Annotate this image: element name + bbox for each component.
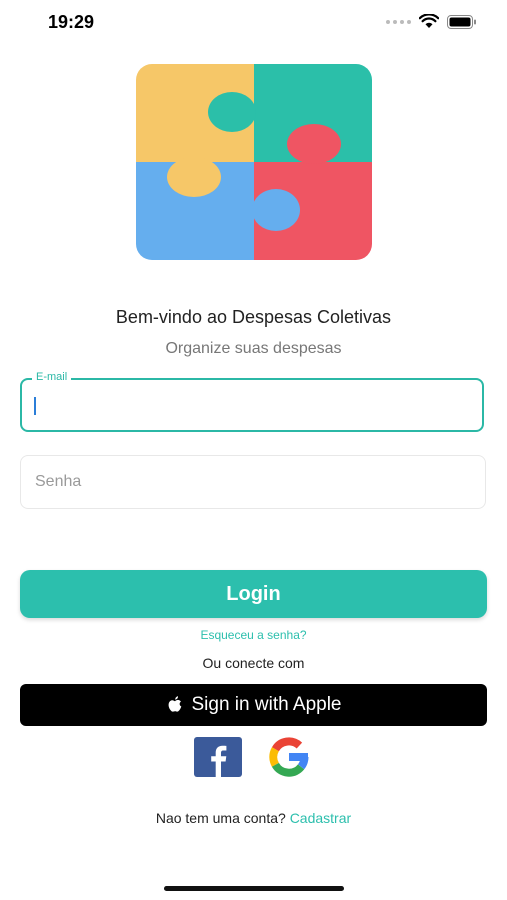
email-field[interactable]: E-mail (20, 371, 484, 432)
status-icons (386, 14, 477, 29)
home-indicator (164, 886, 344, 891)
signup-prompt: Nao tem uma conta? Cadastrar (0, 810, 507, 826)
password-field[interactable]: Senha (20, 455, 486, 509)
wifi-icon (419, 14, 439, 28)
app-logo-puzzle (136, 64, 372, 260)
signup-link[interactable]: Cadastrar (290, 810, 351, 826)
email-field-label: E-mail (32, 371, 72, 383)
forgot-password-link[interactable]: Esqueceu a senha? (0, 628, 507, 642)
password-placeholder: Senha (35, 473, 82, 490)
welcome-title: Bem-vindo ao Despesas Coletivas (115, 307, 392, 327)
apple-icon (168, 695, 181, 712)
no-account-text: Nao tem uma conta? (155, 810, 286, 826)
apple-button-label: Sign in with Apple (191, 694, 342, 715)
status-bar: 19:29 (0, 0, 507, 48)
battery-icon (447, 14, 476, 29)
text-cursor (34, 397, 36, 415)
social-divider-label: Ou conecte com (202, 655, 305, 671)
google-login-button[interactable] (264, 736, 314, 778)
sign-in-with-apple-button[interactable]: Sign in with Apple (20, 684, 487, 726)
welcome-subtitle: Organize suas despesas (165, 340, 342, 357)
facebook-icon (194, 737, 242, 777)
login-button[interactable]: Login (20, 570, 487, 618)
signal-icon (386, 19, 411, 24)
google-icon (269, 737, 309, 777)
status-time: 19:29 (48, 12, 95, 32)
facebook-login-button[interactable] (194, 737, 242, 777)
